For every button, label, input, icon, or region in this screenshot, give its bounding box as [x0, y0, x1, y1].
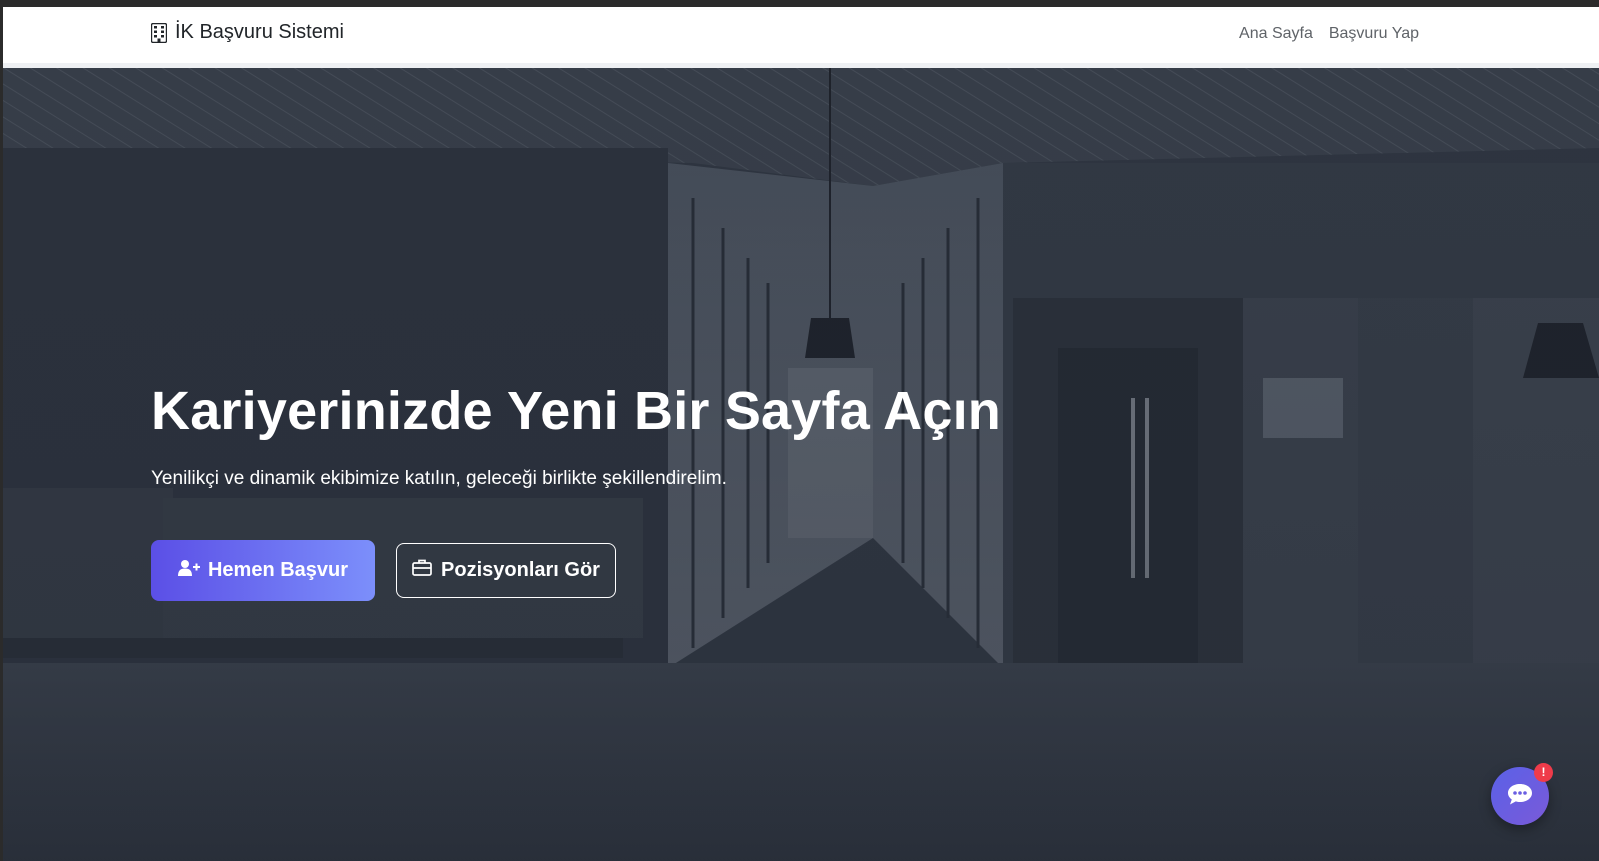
chat-bubble-icon	[1507, 782, 1533, 811]
hero-content: Kariyerinizde Yeni Bir Sayfa Açın Yenili…	[151, 374, 1151, 601]
nav-links: Ana Sayfa Başvuru Yap	[1239, 25, 1419, 43]
view-positions-label: Pozisyonları Gör	[441, 559, 600, 581]
browser-viewport: İK Başvuru Sistemi Ana Sayfa Başvuru Yap	[3, 7, 1599, 861]
nav-link-home[interactable]: Ana Sayfa	[1239, 25, 1313, 43]
brand-link[interactable]: İK Başvuru Sistemi	[151, 21, 344, 44]
hero-section: Kariyerinizde Yeni Bir Sayfa Açın Yenili…	[3, 68, 1599, 861]
building-icon	[151, 22, 167, 43]
hero-actions: Hemen Başvur Pozisyonları Gör	[151, 540, 616, 601]
hero-title: Kariyerinizde Yeni Bir Sayfa Açın	[151, 381, 1001, 441]
apply-now-button[interactable]: Hemen Başvur	[151, 540, 375, 601]
nav-link-apply[interactable]: Başvuru Yap	[1329, 25, 1419, 43]
chat-widget-button[interactable]: !	[1491, 763, 1553, 825]
hero-subtitle: Yenilikçi ve dinamik ekibimize katılın, …	[151, 468, 727, 489]
briefcase-icon	[412, 559, 432, 582]
apply-now-label: Hemen Başvur	[207, 559, 349, 581]
chat-notification-badge: !	[1534, 763, 1553, 782]
navbar: İK Başvuru Sistemi Ana Sayfa Başvuru Yap	[3, 7, 1599, 68]
user-plus-icon	[177, 559, 200, 583]
brand-text: İK Başvuru Sistemi	[175, 21, 344, 43]
view-positions-button[interactable]: Pozisyonları Gör	[396, 543, 616, 598]
